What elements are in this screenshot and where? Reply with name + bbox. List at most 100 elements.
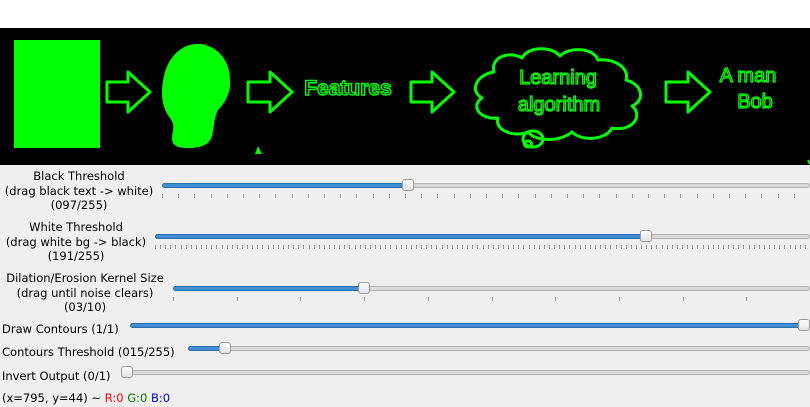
tick-mark xyxy=(160,245,162,249)
tick-mark xyxy=(567,194,568,198)
tick-mark xyxy=(328,245,330,249)
thought-bubble-shape xyxy=(523,139,533,149)
slider-handle[interactable] xyxy=(639,230,652,242)
arrow-icon xyxy=(246,70,294,114)
tick-mark xyxy=(272,245,274,249)
tick-mark xyxy=(761,194,763,198)
tick-mark xyxy=(372,194,374,198)
tick-mark xyxy=(671,245,673,249)
slider-handle[interactable] xyxy=(218,342,231,354)
tick-mark xyxy=(753,245,755,249)
tick-mark xyxy=(651,245,653,249)
tick-mark xyxy=(682,245,684,249)
tick-mark xyxy=(728,245,730,249)
tick-mark xyxy=(257,245,259,249)
tick-mark xyxy=(610,245,612,249)
result-text-line1: A man xyxy=(720,65,777,87)
tick-mark xyxy=(421,245,423,249)
tick-mark xyxy=(745,194,747,198)
slider-handle[interactable] xyxy=(358,282,371,294)
tick-mark xyxy=(180,245,182,249)
tick-mark xyxy=(620,245,622,249)
tick-mark xyxy=(477,245,479,249)
image-canvas[interactable]: Features Learning algorithm A man Bob xyxy=(0,28,810,165)
tick-mark xyxy=(487,245,489,249)
tick-mark xyxy=(743,245,745,249)
tick-mark xyxy=(303,245,305,249)
tick-mark xyxy=(206,245,208,249)
tick-mark xyxy=(528,245,530,249)
tick-mark xyxy=(165,245,167,249)
black-threshold-slider[interactable] xyxy=(162,179,810,199)
white-threshold-slider[interactable] xyxy=(155,230,810,250)
slider-handle[interactable] xyxy=(402,179,415,191)
tick-mark xyxy=(410,245,412,249)
pixel-green-value: G:0 xyxy=(127,391,148,405)
tick-mark xyxy=(804,245,806,249)
tick-mark xyxy=(275,194,277,198)
tick-mark xyxy=(779,245,781,249)
tick-mark xyxy=(467,245,469,249)
tick-mark xyxy=(789,245,791,249)
tick-mark xyxy=(178,194,180,198)
tick-mark xyxy=(190,245,192,249)
kernel-size-slider[interactable] xyxy=(173,282,810,302)
tick-mark xyxy=(323,245,325,249)
tick-mark xyxy=(600,245,602,249)
tick-mark xyxy=(340,194,342,198)
tick-mark xyxy=(533,245,535,249)
tick-mark xyxy=(431,245,433,249)
tick-mark xyxy=(599,194,601,198)
tick-mark xyxy=(641,245,643,249)
tick-mark xyxy=(763,245,765,249)
tick-mark xyxy=(518,245,520,249)
tick-mark xyxy=(748,245,750,249)
contours-threshold-slider[interactable] xyxy=(188,342,810,354)
slider-fill xyxy=(173,286,365,291)
tick-mark xyxy=(359,245,361,249)
tick-mark xyxy=(758,245,760,249)
tick-mark xyxy=(282,245,284,249)
filled-rectangle-shape xyxy=(14,40,100,148)
pixel-red-value: R:0 xyxy=(104,391,124,405)
tick-mark xyxy=(390,245,392,249)
features-text: Features xyxy=(304,77,392,100)
tick-mark xyxy=(462,245,464,249)
tick-mark xyxy=(554,245,556,249)
tick-mark xyxy=(656,245,658,249)
tick-mark xyxy=(584,245,586,249)
cloud-text-line2: algorithm xyxy=(518,94,600,116)
cloud-text-line1: Learning xyxy=(519,67,597,89)
tick-mark xyxy=(518,194,520,198)
tick-mark xyxy=(769,245,771,249)
tick-mark xyxy=(482,245,484,249)
tick-mark xyxy=(723,245,724,249)
tick-mark xyxy=(661,245,663,249)
tick-mark xyxy=(456,245,458,249)
tick-mark xyxy=(793,194,795,198)
tick-mark xyxy=(175,245,177,249)
tick-mark xyxy=(380,245,382,249)
tick-mark xyxy=(738,245,740,249)
head-silhouette-shape xyxy=(162,43,231,148)
tick-mark xyxy=(277,245,279,249)
tick-mark xyxy=(415,245,417,249)
tick-mark xyxy=(324,194,325,198)
tick-mark xyxy=(259,194,261,198)
slider-handle[interactable] xyxy=(121,366,133,378)
slider-handle[interactable] xyxy=(798,319,810,331)
tick-mark xyxy=(733,245,735,249)
tick-mark xyxy=(354,245,356,249)
cursor-coords: (x=795, y=44) ~ xyxy=(2,391,102,405)
invert-output-slider[interactable] xyxy=(121,366,810,378)
tick-mark xyxy=(784,245,786,249)
tick-mark xyxy=(291,194,293,198)
tick-mark xyxy=(451,245,453,249)
draw-contours-slider[interactable] xyxy=(130,319,810,331)
tick-mark xyxy=(288,245,290,249)
tick-mark xyxy=(307,194,309,198)
trackbar-invert-output: Invert Output (0/1) xyxy=(0,366,810,389)
tick-mark xyxy=(497,245,499,249)
tick-mark xyxy=(226,245,228,249)
slider-groove xyxy=(127,370,810,375)
